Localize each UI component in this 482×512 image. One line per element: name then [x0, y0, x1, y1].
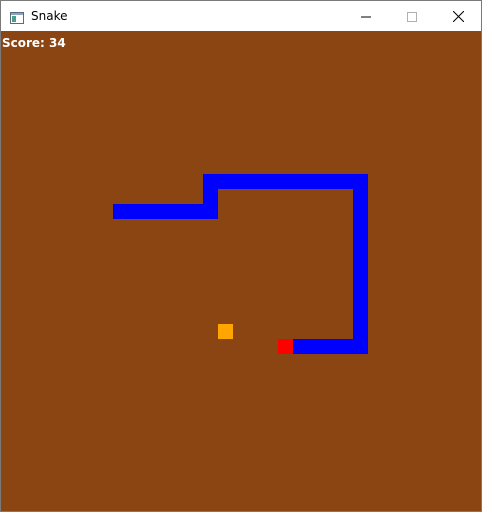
title-bar[interactable]: Snake: [1, 1, 481, 31]
score-label: Score: 34: [2, 36, 66, 50]
snake-body-segment: [203, 174, 368, 189]
maximize-icon: [407, 7, 417, 26]
minimize-button[interactable]: [343, 1, 389, 31]
close-icon: [452, 7, 464, 26]
window-title: Snake: [31, 9, 68, 23]
snake-body-segment: [293, 339, 368, 354]
close-button[interactable]: [435, 1, 481, 31]
snake-body-segment: [113, 204, 218, 219]
food-pellet: [218, 324, 233, 339]
game-canvas: [113, 174, 368, 354]
snake-body-segment: [353, 174, 368, 354]
snake-head: [278, 339, 293, 354]
app-window-icon: [10, 9, 24, 24]
maximize-button[interactable]: [389, 1, 435, 31]
snake-window: Snake Score: 34: [0, 0, 482, 512]
minimize-icon: [361, 7, 371, 26]
game-board[interactable]: Score: 34: [1, 31, 481, 511]
